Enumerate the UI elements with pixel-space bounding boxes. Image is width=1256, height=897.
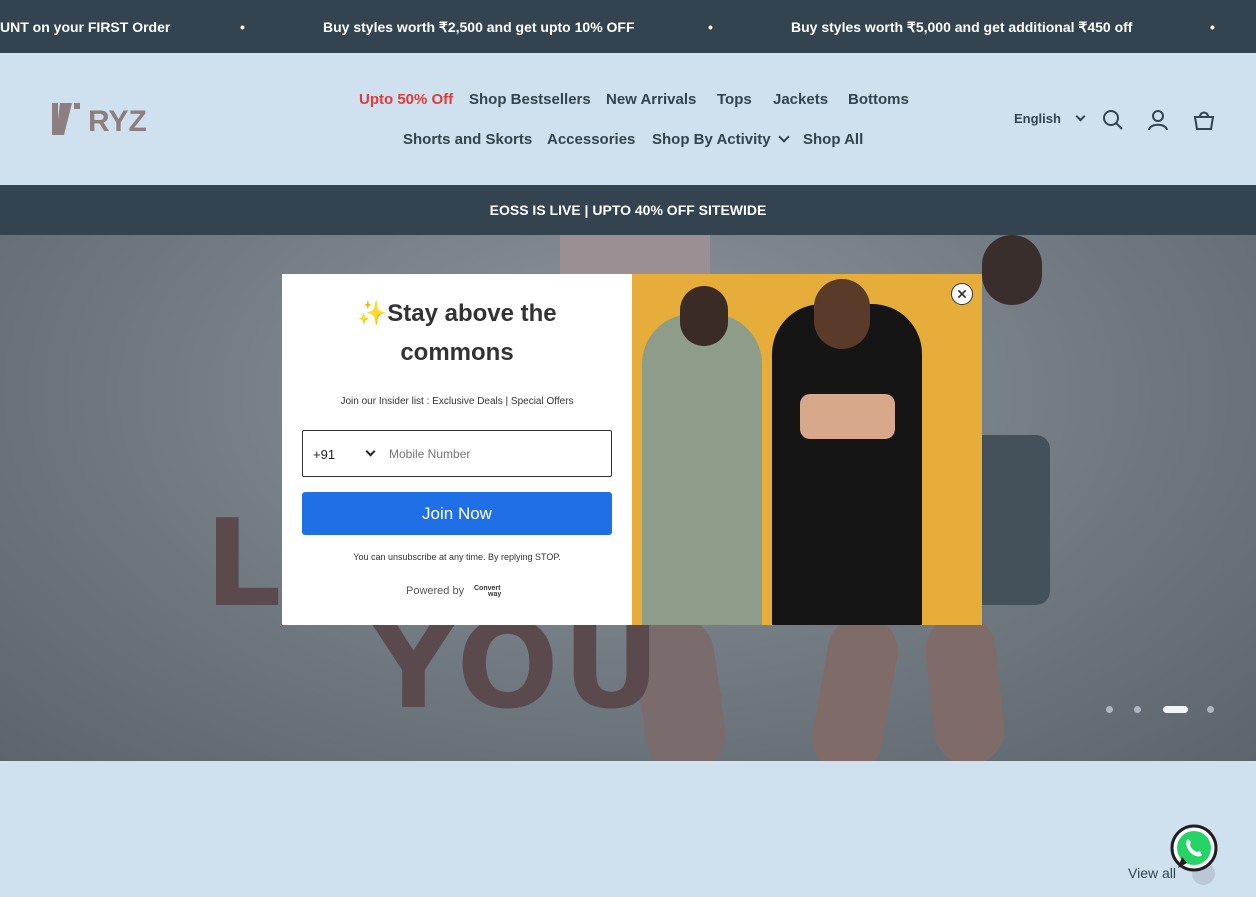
model-figure	[800, 394, 895, 439]
nav-item-label: Shop By Activity	[652, 131, 771, 148]
carousel-dot-active[interactable]	[1163, 706, 1188, 713]
announcement-separator: •	[1210, 19, 1215, 35]
nav-item-shop-all[interactable]: Shop All	[803, 131, 863, 148]
nav-item-new-arrivals[interactable]: New Arrivals	[606, 91, 696, 108]
popup-image	[632, 274, 982, 625]
sparkles-icon: ✨	[357, 300, 388, 327]
chevron-down-icon	[777, 131, 790, 143]
nav-item-sale[interactable]: Upto 50% Off	[359, 91, 453, 108]
popup-title-line2: commons	[400, 339, 514, 366]
carousel-dot[interactable]	[1106, 706, 1113, 713]
nav-item-accessories[interactable]: Accessories	[547, 131, 635, 148]
popup-title: ✨Stay above the	[282, 299, 632, 328]
model-figure	[642, 314, 762, 625]
announcement-item: Buy styles worth ₹2,500 and get upto 10%…	[323, 19, 635, 35]
country-code-select[interactable]: +91	[313, 447, 335, 462]
nav-item-bestsellers[interactable]: Shop Bestsellers	[469, 91, 591, 108]
chevron-down-icon[interactable]	[365, 446, 376, 457]
phone-field: +91	[302, 430, 612, 477]
popup-form-panel: ✨Stay above the commons Join our Insider…	[282, 274, 632, 625]
model-figure	[680, 286, 728, 346]
chevron-down-icon	[1075, 111, 1086, 122]
close-icon[interactable]	[951, 283, 973, 305]
whatsapp-icon[interactable]	[1170, 824, 1218, 872]
announcement-item: Buy styles worth ₹5,000 and get addition…	[791, 19, 1133, 35]
nav-item-tops[interactable]: Tops	[717, 91, 752, 108]
powered-by-label: Powered by	[406, 585, 465, 597]
popup-subtitle: Join our Insider list : Exclusive Deals …	[340, 396, 574, 407]
cart-icon[interactable]	[1193, 109, 1215, 131]
unsubscribe-note: You can unsubscribe at any time. By repl…	[353, 552, 561, 562]
model-figure	[772, 304, 922, 625]
nav-item-bottoms[interactable]: Bottoms	[848, 91, 909, 108]
nav-item-jackets[interactable]: Jackets	[773, 91, 828, 108]
view-all-link[interactable]: View all	[1128, 865, 1176, 881]
nav-item-shop-by-activity[interactable]: Shop By Activity	[652, 131, 790, 148]
signup-popup: ✨Stay above the commons Join our Insider…	[282, 274, 982, 625]
model-figure	[814, 279, 870, 349]
carousel-dot[interactable]	[1207, 706, 1214, 713]
nav-item-shorts[interactable]: Shorts and Skorts	[403, 131, 532, 148]
announcement-item: UNT on your FIRST Order	[0, 19, 171, 35]
language-selector[interactable]: English	[1014, 111, 1086, 126]
convertway-logo[interactable]: Convert way	[474, 585, 501, 598]
promo-bar[interactable]: EOSS IS LIVE | UPTO 40% OFF SITEWIDE	[0, 185, 1256, 235]
language-label: English	[1014, 111, 1061, 126]
hero-figure	[982, 235, 1042, 305]
logo-text: RYZ	[88, 105, 147, 137]
announcement-separator: •	[240, 19, 245, 35]
announcement-separator: •	[708, 19, 713, 35]
ryz-logo[interactable]: RYZ	[52, 101, 166, 137]
carousel-dot[interactable]	[1134, 706, 1141, 713]
mobile-number-input[interactable]	[389, 439, 599, 469]
site-header: RYZ Upto 50% Off Shop Bestsellers New Ar…	[0, 53, 1256, 185]
join-now-button[interactable]: Join Now	[302, 492, 612, 535]
announcement-bar: UNT on your FIRST Order • Buy styles wor…	[0, 0, 1256, 53]
account-icon[interactable]	[1147, 109, 1169, 131]
popup-title-line1: Stay above the	[387, 300, 557, 327]
search-icon[interactable]	[1102, 109, 1124, 131]
